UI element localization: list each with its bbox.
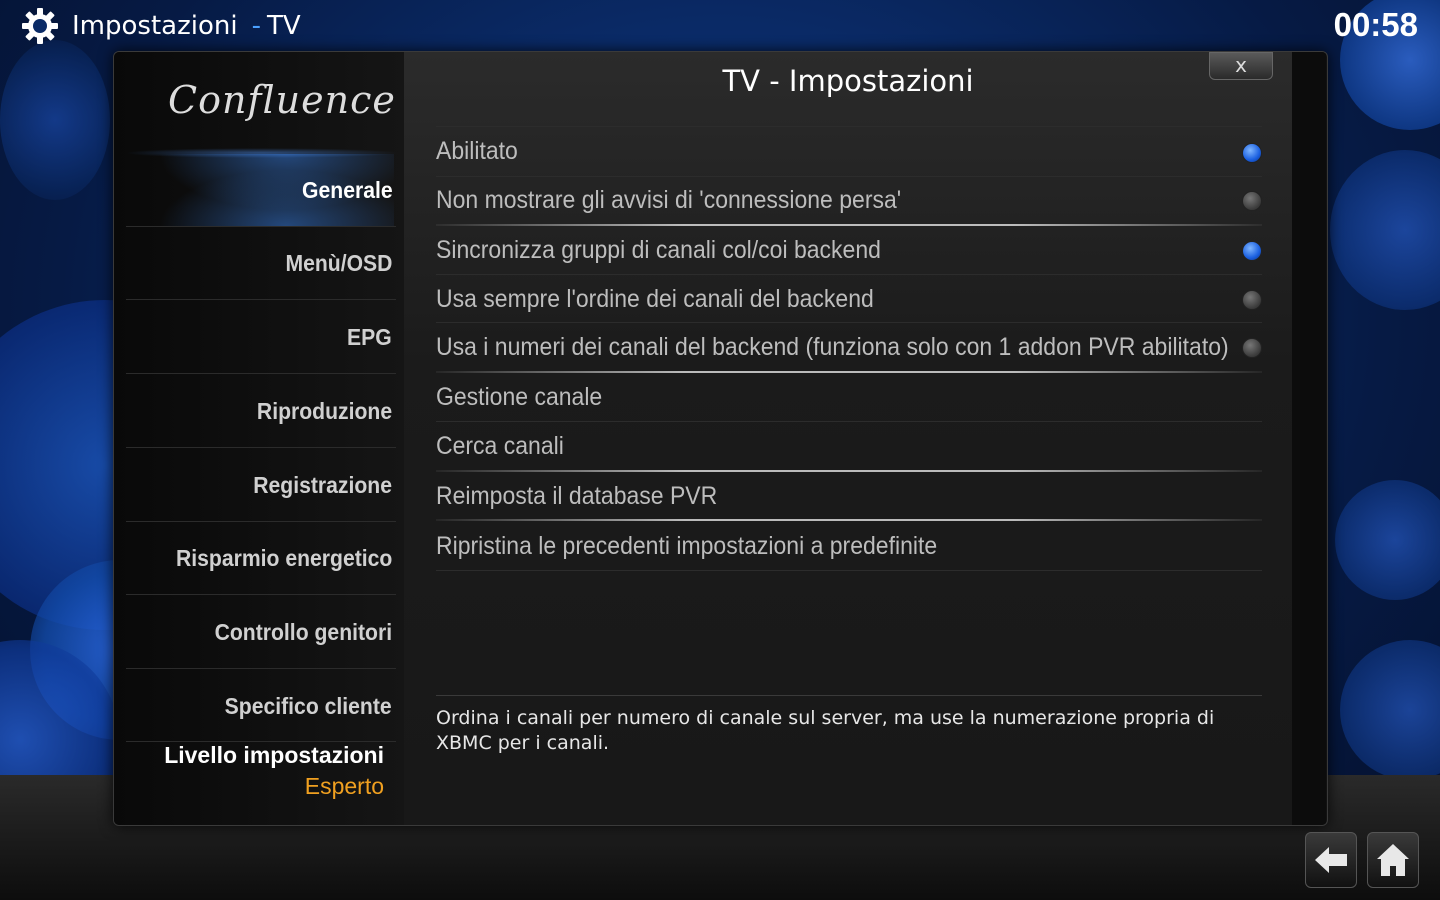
dialog-heading: TV - Impostazioni (722, 64, 974, 98)
confluence-logo: Confluence (168, 78, 396, 122)
toggle-radio-off[interactable] (1242, 338, 1262, 358)
gear-icon (22, 8, 58, 44)
category-controllo-genitori[interactable]: Controllo genitori (124, 596, 394, 668)
setting-sincronizza-gruppi[interactable]: Sincronizza gruppi di canali col/coi bac… (436, 226, 1262, 275)
toggle-radio-on[interactable] (1242, 241, 1262, 261)
setting-ordine-canali-backend[interactable]: Usa sempre l'ordine dei canali del backe… (436, 275, 1262, 324)
settings-level-value: Esperto (304, 773, 384, 799)
category-label: Risparmio energetico (175, 545, 393, 571)
toggle-radio-off[interactable] (1242, 290, 1262, 310)
category-label: Riproduzione (256, 398, 393, 424)
setting-label: Sincronizza gruppi di canali col/coi bac… (436, 236, 881, 264)
clock: 00:58 (1333, 6, 1418, 43)
setting-description: Ordina i canali per numero di canale sul… (436, 707, 1215, 754)
category-risparmio-energetico[interactable]: Risparmio energetico (124, 522, 394, 594)
setting-numeri-canali-backend[interactable]: Usa i numeri dei canali del backend (fun… (436, 323, 1262, 372)
close-icon: x (1235, 53, 1247, 77)
setting-ripristina-predefinite[interactable]: Ripristina le precedenti impostazioni a … (436, 522, 1262, 571)
settings-level-button[interactable]: Livello impostazioni Esperto (114, 742, 384, 800)
topbar-title: Impostazioni - TV (22, 6, 301, 46)
category-epg[interactable]: EPG (124, 301, 394, 373)
setting-label: Usa i numeri dei canali del backend (fun… (436, 333, 1229, 361)
back-arrow-icon (1315, 847, 1347, 873)
settings-level-label: Livello impostazioni (164, 742, 384, 768)
category-label: EPG (347, 324, 393, 350)
scroll-strip (1292, 52, 1326, 825)
close-button[interactable]: x (1209, 52, 1273, 80)
subsection-title: TV (266, 11, 301, 41)
back-button[interactable] (1305, 832, 1357, 888)
category-registrazione[interactable]: Registrazione (124, 449, 394, 521)
setting-label: Abilitato (436, 137, 518, 165)
setting-label: Ripristina le precedenti impostazioni a … (436, 532, 938, 560)
home-icon (1377, 844, 1409, 876)
setting-label: Reimposta il database PVR (436, 482, 718, 510)
setting-label: Usa sempre l'ordine dei canali del backe… (436, 285, 874, 313)
setting-non-mostrare-avvisi[interactable]: Non mostrare gli avvisi di 'connessione … (436, 176, 1262, 225)
home-button[interactable] (1367, 832, 1419, 888)
title-separator: - (251, 11, 261, 41)
setting-label: Gestione canale (436, 383, 603, 411)
category-label: Controllo genitori (214, 619, 393, 645)
setting-gestione-canale[interactable]: Gestione canale (436, 373, 1262, 422)
toggle-radio-on[interactable] (1242, 143, 1262, 163)
toggle-radio-off[interactable] (1242, 191, 1262, 211)
setting-label: Non mostrare gli avvisi di 'connessione … (436, 186, 902, 214)
section-title: Impostazioni (72, 11, 238, 41)
category-sidebar: Confluence Generale Menù/OSD EPG Riprodu… (114, 52, 404, 825)
settings-dialog: Confluence Generale Menù/OSD EPG Riprodu… (113, 51, 1328, 826)
category-label: Generale (301, 177, 393, 203)
category-generale[interactable]: Generale (124, 154, 394, 226)
category-label: Registrazione (253, 472, 393, 498)
setting-cerca-canali[interactable]: Cerca canali (436, 422, 1262, 471)
category-label: Specifico cliente (225, 693, 393, 719)
category-specifico-cliente[interactable]: Specifico cliente (124, 670, 394, 742)
setting-reimposta-database[interactable]: Reimposta il database PVR (436, 472, 1262, 521)
category-menu-osd[interactable]: Menù/OSD (124, 227, 394, 299)
setting-label: Cerca canali (436, 432, 564, 460)
category-label: Menù/OSD (285, 250, 393, 276)
settings-content: TV - Impostazioni Abilitato Non mostrare… (404, 52, 1292, 825)
setting-abilitato[interactable]: Abilitato (436, 127, 1262, 176)
category-riproduzione[interactable]: Riproduzione (124, 375, 394, 447)
